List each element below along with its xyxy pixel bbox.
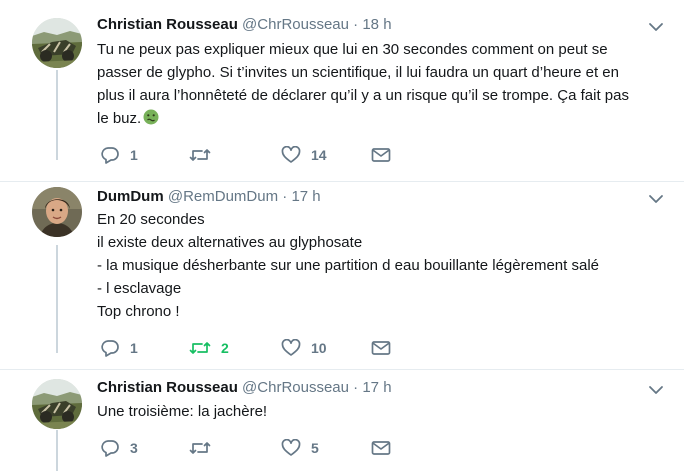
text-line: Tu ne peux pas expliquer mieux que lui e… <box>97 41 608 58</box>
tweet-actions: 3 5 <box>97 438 397 458</box>
nauseated-face-icon <box>143 109 159 125</box>
message-icon <box>371 147 391 163</box>
reply-button[interactable]: 3 <box>100 438 138 458</box>
message-button[interactable] <box>371 438 391 458</box>
like-count: 10 <box>311 340 327 356</box>
like-icon <box>281 339 301 357</box>
like-count: 14 <box>311 147 327 163</box>
separator-dot: · <box>353 16 359 33</box>
tweet[interactable]: Christian Rousseau @ChrRousseau · 17 h U… <box>0 370 684 471</box>
reply-count: 1 <box>130 340 138 356</box>
chevron-down-icon[interactable] <box>648 383 664 395</box>
like-button[interactable]: 14 <box>281 145 327 165</box>
like-button[interactable]: 5 <box>281 438 319 458</box>
message-icon <box>371 440 391 456</box>
like-count: 5 <box>311 440 319 456</box>
text-line: il existe deux alternatives au glyphosat… <box>97 234 363 251</box>
text-line: passer de glypho. Si t’invites un scient… <box>97 64 619 81</box>
timestamp[interactable]: 17 h <box>291 188 320 205</box>
like-icon <box>281 146 301 164</box>
tweet-text: Tu ne peux pas expliquer mieux que lui e… <box>97 38 642 130</box>
text-line: plus il aura l’honnêteté de déclarer qu’… <box>97 87 629 104</box>
retweet-button[interactable]: 2 <box>189 338 229 358</box>
text-line: En 20 secondes <box>97 211 205 228</box>
retweet-icon <box>189 440 211 456</box>
tweet-header: Christian Rousseau @ChrRousseau · 18 h <box>97 15 392 35</box>
author-handle[interactable]: @RemDumDum <box>168 188 278 205</box>
tweet-header: Christian Rousseau @ChrRousseau · 17 h <box>97 378 392 398</box>
tweet-text: Une troisième: la jachère! <box>97 400 642 423</box>
like-button[interactable]: 10 <box>281 338 327 358</box>
tweet-actions: 1 2 10 <box>97 338 397 358</box>
avatar[interactable] <box>32 187 82 237</box>
retweet-button[interactable] <box>189 438 221 458</box>
retweet-button[interactable] <box>189 145 221 165</box>
like-icon <box>281 439 301 457</box>
message-icon <box>371 340 391 356</box>
message-button[interactable] <box>371 338 391 358</box>
message-button[interactable] <box>371 145 391 165</box>
author-handle[interactable]: @ChrRousseau <box>242 379 349 396</box>
reply-count: 1 <box>130 147 138 163</box>
tweet-text: En 20 secondes il existe deux alternativ… <box>97 208 642 323</box>
text-line: Top chrono ! <box>97 303 180 320</box>
retweet-icon <box>189 340 211 356</box>
avatar[interactable] <box>32 18 82 68</box>
avatar[interactable] <box>32 379 82 429</box>
reply-button[interactable]: 1 <box>100 145 138 165</box>
author-name[interactable]: Christian Rousseau <box>97 379 238 396</box>
author-handle[interactable]: @ChrRousseau <box>242 16 349 33</box>
author-name[interactable]: DumDum <box>97 188 164 205</box>
retweet-count: 2 <box>221 340 229 356</box>
separator-dot: · <box>353 379 359 396</box>
separator-dot: · <box>282 188 288 205</box>
reply-count: 3 <box>130 440 138 456</box>
tweet-actions: 1 14 <box>97 145 397 165</box>
chevron-down-icon[interactable] <box>648 20 664 32</box>
text-line: le buz. <box>97 110 142 127</box>
chevron-down-icon[interactable] <box>648 192 664 204</box>
tweet[interactable]: DumDum @RemDumDum · 17 h En 20 secondes … <box>0 182 684 368</box>
tweet-header: DumDum @RemDumDum · 17 h <box>97 187 321 207</box>
text-line: - la musique désherbante sur une partiti… <box>97 257 599 274</box>
retweet-icon <box>189 147 211 163</box>
reply-icon <box>100 439 120 457</box>
timestamp[interactable]: 17 h <box>362 379 391 396</box>
timestamp[interactable]: 18 h <box>362 16 391 33</box>
reply-icon <box>100 146 120 164</box>
tweet[interactable]: Christian Rousseau @ChrRousseau · 18 h T… <box>0 0 684 180</box>
reply-button[interactable]: 1 <box>100 338 138 358</box>
text-line: Une troisième: la jachère! <box>97 403 268 420</box>
author-name[interactable]: Christian Rousseau <box>97 16 238 33</box>
reply-icon <box>100 339 120 357</box>
text-line: - l esclavage <box>97 280 182 297</box>
